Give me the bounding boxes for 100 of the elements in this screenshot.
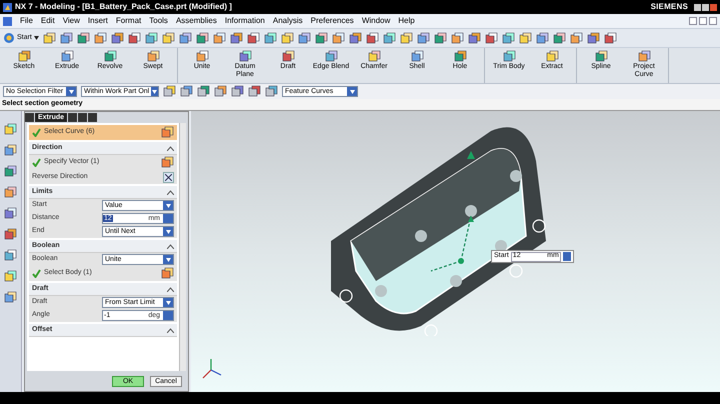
resource-tab-icon[interactable] [4,249,17,262]
toolbar-icon[interactable] [162,32,175,44]
axis-triad-icon [201,358,223,380]
toolbar-icon[interactable] [196,32,209,44]
selection-icon[interactable] [265,85,278,98]
resource-tab-icon[interactable] [4,165,17,178]
menu-item[interactable]: Window [362,15,390,27]
feature-icon[interactable] [238,50,252,63]
feature-icon[interactable] [282,50,294,63]
toolbar-icon[interactable] [484,32,498,44]
toolbar-icon[interactable] [536,32,549,44]
menu-item[interactable]: Help [398,15,415,27]
selection-icon[interactable] [248,85,261,98]
reset-button[interactable] [68,113,78,122]
selection-tool-icon[interactable] [161,156,174,169]
toolbar-icon[interactable] [144,32,158,44]
resource-tab-icon[interactable] [4,207,17,220]
cross-arrows-icon [165,174,172,180]
resource-tab-icon[interactable] [4,144,17,157]
collapse-button[interactable] [78,113,88,122]
toolbar-icon[interactable] [348,32,362,44]
toolbar-icon[interactable] [450,32,464,44]
feature-icon[interactable] [146,50,160,63]
feature-icon[interactable] [502,50,516,63]
toolbar-icon[interactable] [246,32,260,44]
feature-icon[interactable] [18,50,30,63]
menu-item[interactable]: Assemblies [176,15,217,27]
restore-button[interactable] [699,17,707,25]
spin-button[interactable] [562,252,571,261]
toolbar-icon[interactable] [434,32,447,44]
feature-icon[interactable] [454,50,466,63]
toolbar-icon[interactable] [212,32,226,44]
toolbar-icon[interactable] [366,32,379,44]
reverse-direction-button[interactable] [163,172,174,182]
selection-icon[interactable] [214,85,227,98]
toolbar-icon[interactable] [468,32,481,44]
resource-tab-icon[interactable] [4,291,17,304]
toolbar-icon[interactable] [230,32,243,44]
selection-tool-icon[interactable] [161,126,174,139]
toolbar-icon[interactable] [128,32,141,44]
resource-tab-icon[interactable] [4,123,17,136]
menu-item[interactable]: Preferences [310,15,354,27]
toolbar-icon[interactable] [280,32,294,44]
menu-item[interactable]: Tools [149,15,168,27]
menu-item[interactable]: Edit [40,15,55,27]
feature-icon[interactable] [410,50,424,63]
selection-icon[interactable] [197,85,210,98]
menu-item[interactable]: File [20,15,33,27]
selection-icon[interactable] [163,85,176,98]
toolbar-icon[interactable] [314,32,328,44]
scrollbar[interactable] [179,123,186,371]
toolbar-icon[interactable] [178,32,192,44]
toolbar-icon[interactable] [110,32,124,44]
menu-item[interactable]: Analysis [272,15,303,27]
feature-icon[interactable] [546,50,558,63]
selection-icon[interactable] [180,85,193,98]
feature-icon[interactable] [594,50,608,63]
resource-tab-icon[interactable] [4,270,17,283]
toolbar-icon[interactable] [518,32,532,44]
resource-tab-icon[interactable] [4,228,17,241]
menu-item[interactable]: Format [116,15,142,27]
caret-icon [166,204,170,208]
maximize-button[interactable] [702,4,709,10]
toolbar-icon[interactable] [94,32,107,44]
menu-item[interactable]: Information [224,15,265,27]
toolbar-icon[interactable] [60,32,73,44]
toolbar-icon[interactable] [264,32,277,44]
toolbar-icon[interactable] [76,32,90,44]
feature-icon[interactable] [368,50,380,63]
feature-icon[interactable] [104,50,116,63]
toolbar-icon[interactable] [298,32,311,44]
resource-tab-icon[interactable] [4,186,17,199]
feature-icon[interactable] [324,50,338,63]
toolbar-icon[interactable] [586,32,600,44]
toolbar-icon[interactable] [416,32,430,44]
close-button[interactable] [88,113,98,122]
selection-icon[interactable] [231,85,244,98]
toolbar-icon[interactable] [42,32,56,44]
toolbar-icon[interactable] [332,32,345,44]
toolbar-icon[interactable] [382,32,396,44]
toolbar-icon[interactable] [400,32,413,44]
toolbar-icon[interactable] [552,32,566,44]
menu-item[interactable]: View [62,15,80,27]
brand-logo: SIEMENS [650,1,688,13]
toolbar-icon[interactable] [570,32,583,44]
caret-icon [166,258,170,262]
collapse-chevron-icon [167,244,174,248]
toolbar-icon[interactable] [502,32,515,44]
feature-icon[interactable] [196,50,208,63]
feature-icon[interactable] [638,50,650,63]
selection-tool-icon[interactable] [161,267,174,280]
window-title: NX 7 - Modeling - [B1_Battery_Pack_Case.prt (Modified) ] [15,1,232,13]
feature-icon[interactable] [60,50,74,63]
menu-item[interactable]: Insert [88,15,108,27]
toolbar-icon[interactable] [604,32,617,44]
start-icon [3,32,15,44]
collapse-chevron-icon [167,286,174,292]
caret-icon [350,90,354,94]
collapse-chevron-icon [167,146,174,150]
caret-icon [34,36,39,40]
